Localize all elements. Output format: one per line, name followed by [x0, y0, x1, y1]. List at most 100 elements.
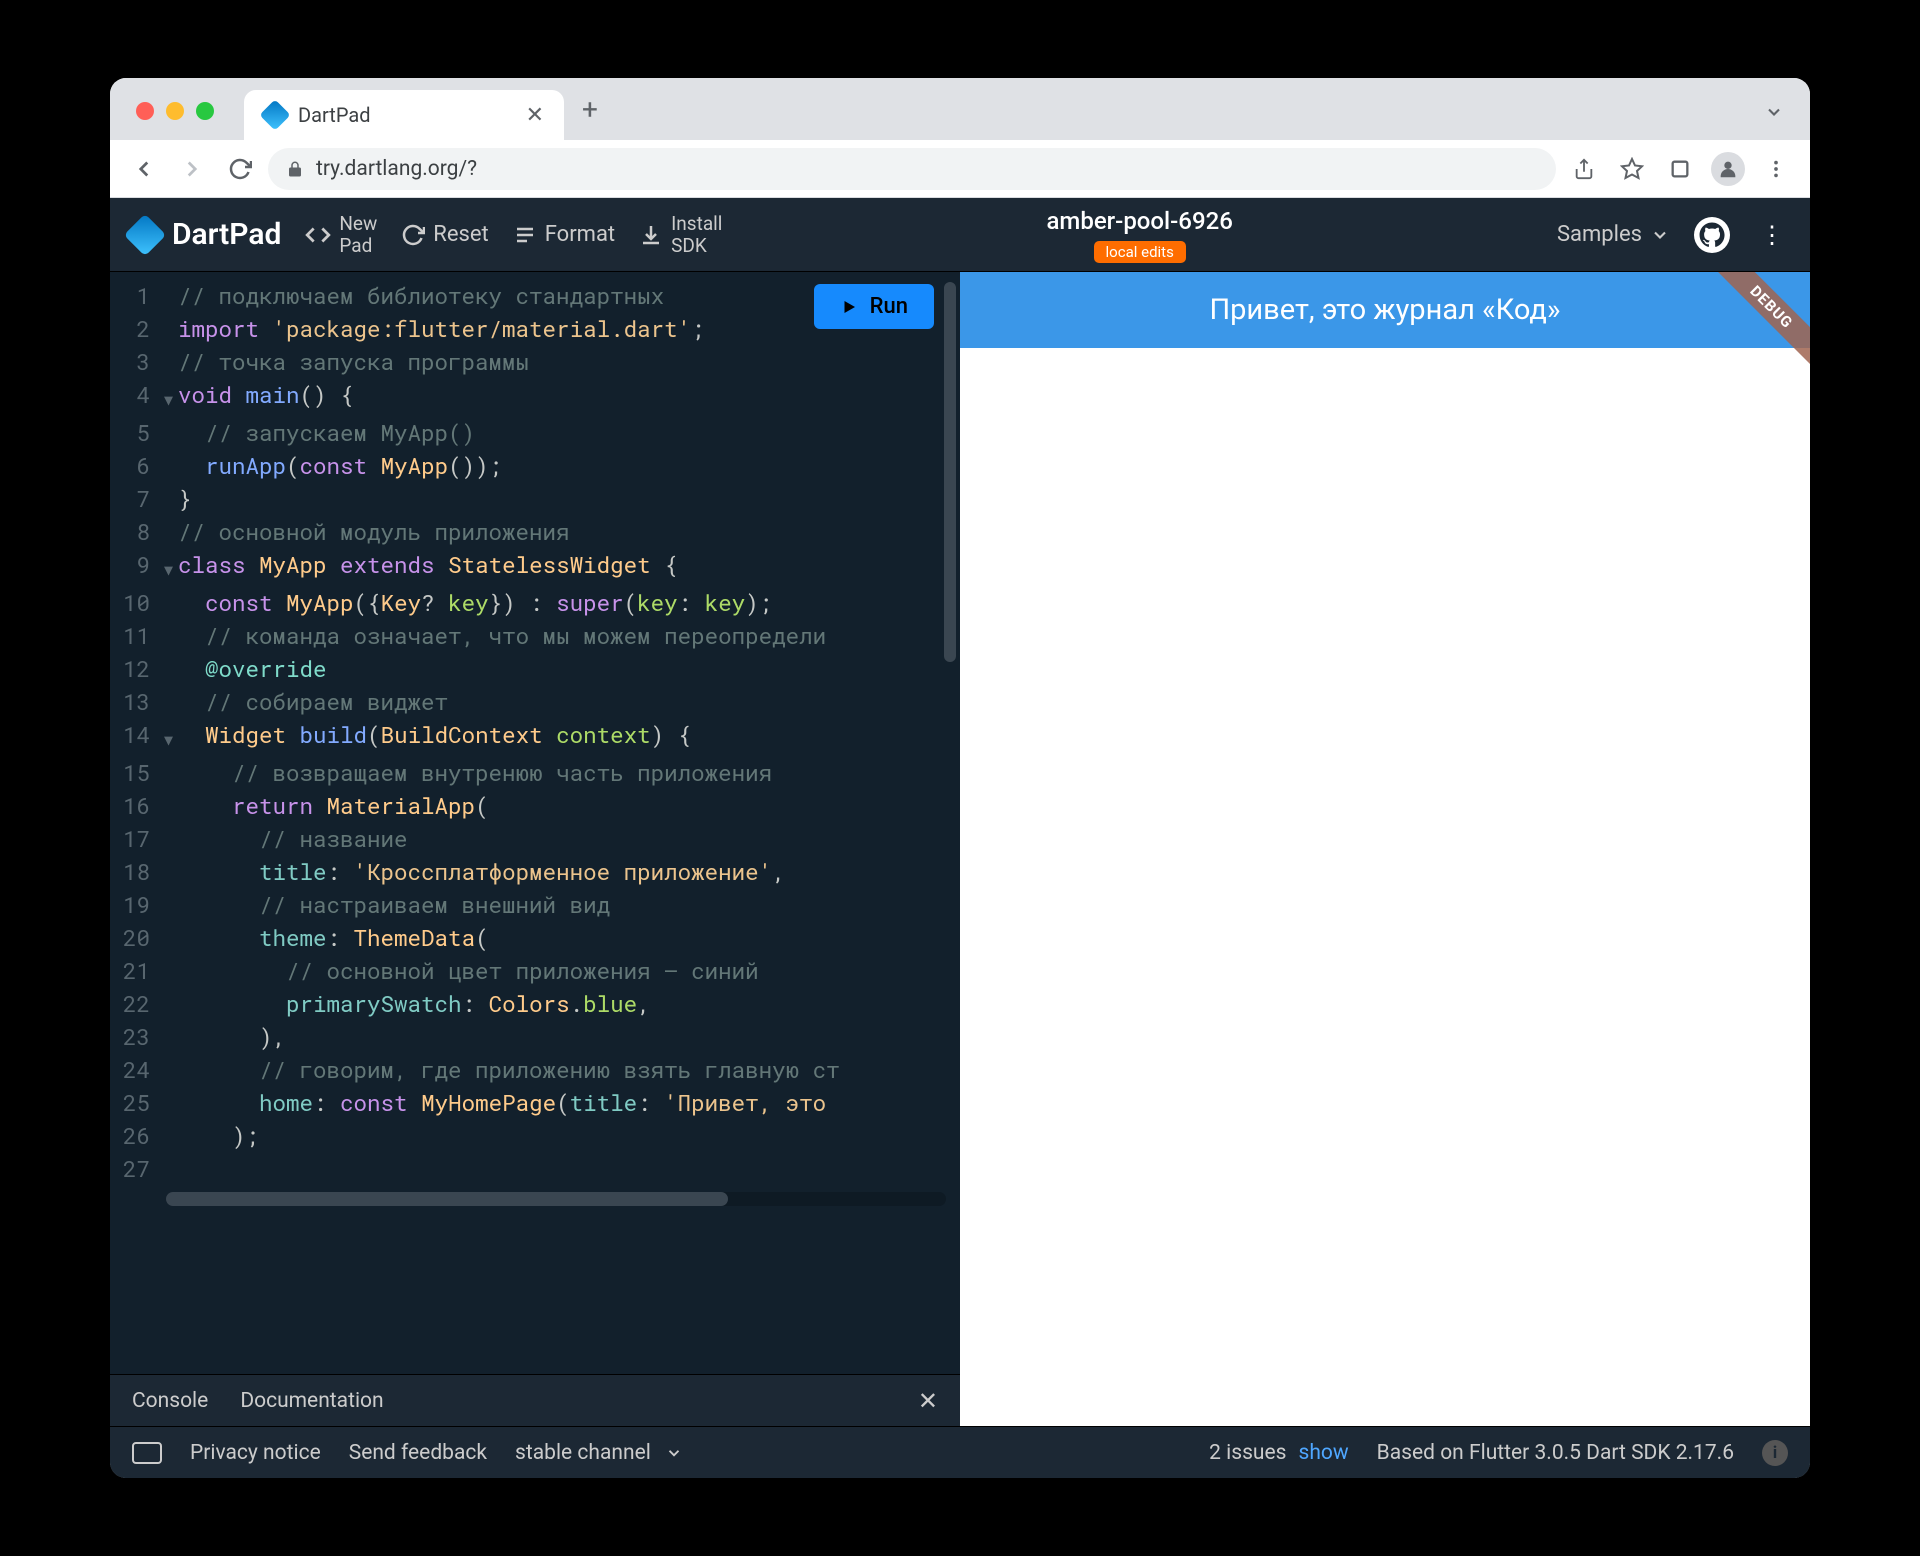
info-icon[interactable]: i: [1762, 1440, 1788, 1466]
vertical-scrollbar[interactable]: [944, 282, 956, 662]
code-text: ),: [178, 1021, 286, 1054]
more-menu-icon[interactable]: ⋮: [1754, 221, 1790, 249]
code-line[interactable]: 6 runApp(const MyApp());: [110, 450, 960, 483]
fold-icon: [164, 1054, 178, 1087]
issues-count: 2 issues: [1209, 1441, 1286, 1465]
fold-icon: [164, 1021, 178, 1054]
code-line[interactable]: 24 // говорим, где приложению взять глав…: [110, 1054, 960, 1087]
console-close-icon[interactable]: ✕: [918, 1387, 938, 1415]
code-line[interactable]: 5 // запускаем MyApp(): [110, 417, 960, 450]
share-icon[interactable]: [1564, 149, 1604, 189]
fold-icon: [164, 516, 178, 549]
code-line[interactable]: 4▼void main() {: [110, 379, 960, 417]
lock-icon: [286, 160, 304, 178]
horizontal-scrollbar-thumb[interactable]: [166, 1192, 728, 1206]
privacy-link[interactable]: Privacy notice: [190, 1441, 321, 1465]
format-button[interactable]: Format: [513, 222, 615, 247]
dart-favicon-icon: [259, 99, 290, 130]
code-text: Widget build(BuildContext context) {: [178, 719, 691, 757]
url-field[interactable]: try.dartlang.org/?: [268, 148, 1556, 190]
profile-avatar[interactable]: [1708, 149, 1748, 189]
code-line[interactable]: 27: [110, 1153, 960, 1186]
maximize-window-button[interactable]: [196, 102, 214, 120]
code-line[interactable]: 26 );: [110, 1120, 960, 1153]
fold-icon: [164, 450, 178, 483]
code-line[interactable]: 22 primarySwatch: Colors.blue,: [110, 988, 960, 1021]
tab-close-icon[interactable]: ✕: [526, 103, 544, 128]
code-line[interactable]: 12 @override: [110, 653, 960, 686]
code-line[interactable]: 8// основной модуль приложения: [110, 516, 960, 549]
code-line[interactable]: 20 theme: ThemeData(: [110, 922, 960, 955]
close-window-button[interactable]: [136, 102, 154, 120]
code-line[interactable]: 17 // название: [110, 823, 960, 856]
fold-icon: [164, 922, 178, 955]
feedback-link[interactable]: Send feedback: [349, 1441, 487, 1465]
tabs-dropdown-icon[interactable]: [1764, 102, 1794, 140]
install-sdk-button[interactable]: Install SDK: [639, 213, 722, 257]
code-line[interactable]: 15 // возвращаем внутренюю часть приложе…: [110, 757, 960, 790]
code-text: import 'package:flutter/material.dart';: [178, 313, 705, 346]
line-number: 22: [110, 988, 164, 1021]
code-line[interactable]: 3// точка запуска программы: [110, 346, 960, 379]
code-line[interactable]: 9▼class MyApp extends StatelessWidget {: [110, 549, 960, 587]
code-line[interactable]: 14▼ Widget build(BuildContext context) {: [110, 719, 960, 757]
line-number: 18: [110, 856, 164, 889]
reload-button[interactable]: [220, 149, 260, 189]
samples-dropdown[interactable]: Samples: [1557, 222, 1670, 247]
line-number: 15: [110, 757, 164, 790]
line-number: 19: [110, 889, 164, 922]
reset-button[interactable]: Reset: [401, 222, 488, 247]
browser-tab[interactable]: DartPad ✕: [244, 90, 564, 140]
code-line[interactable]: 11 // команда означает, что мы можем пер…: [110, 620, 960, 653]
fold-icon[interactable]: ▼: [164, 719, 178, 757]
documentation-tab[interactable]: Documentation: [240, 1389, 383, 1413]
code-line[interactable]: 10 const MyApp({Key? key}) : super(key: …: [110, 587, 960, 620]
horizontal-scrollbar[interactable]: [166, 1192, 946, 1206]
line-number: 7: [110, 483, 164, 516]
back-button[interactable]: [124, 149, 164, 189]
code-text: primarySwatch: Colors.blue,: [178, 988, 651, 1021]
line-number: 14: [110, 719, 164, 757]
extensions-icon[interactable]: [1660, 149, 1700, 189]
fold-icon: [164, 483, 178, 516]
issues-show-link[interactable]: show: [1299, 1441, 1349, 1465]
project-name[interactable]: amber-pool-6926: [1046, 207, 1232, 235]
dart-logo-icon: [124, 213, 166, 255]
url-text: try.dartlang.org/?: [316, 157, 477, 181]
fold-icon[interactable]: ▼: [164, 379, 178, 417]
new-tab-button[interactable]: +: [564, 93, 616, 140]
code-line[interactable]: 19 // настраиваем внешний вид: [110, 889, 960, 922]
code-text: void main() {: [178, 379, 354, 417]
project-title-area: amber-pool-6926 local edits: [746, 207, 1533, 263]
code-line[interactable]: 16 return MaterialApp(: [110, 790, 960, 823]
bookmark-star-icon[interactable]: [1612, 149, 1652, 189]
code-line[interactable]: 7}: [110, 483, 960, 516]
console-tab[interactable]: Console: [132, 1389, 208, 1413]
minimize-window-button[interactable]: [166, 102, 184, 120]
fold-icon: [164, 1120, 178, 1153]
code-line[interactable]: 21 // основной цвет приложения — синий: [110, 955, 960, 988]
github-icon[interactable]: [1694, 217, 1730, 253]
line-number: 9: [110, 549, 164, 587]
line-number: 27: [110, 1153, 164, 1186]
line-number: 23: [110, 1021, 164, 1054]
fold-icon: [164, 823, 178, 856]
editor-pane: Run 1// подключаем библиотеку стандартны…: [110, 272, 960, 1426]
dartpad-logo[interactable]: DartPad: [130, 217, 281, 252]
fold-icon: [164, 757, 178, 790]
code-editor[interactable]: 1// подключаем библиотеку стандартных 2i…: [110, 272, 960, 1374]
keyboard-shortcuts-icon[interactable]: [132, 1442, 162, 1464]
channel-selector[interactable]: stable channel: [515, 1441, 683, 1465]
line-number: 4: [110, 379, 164, 417]
forward-button[interactable]: [172, 149, 212, 189]
code-line[interactable]: 18 title: 'Кроссплатформенное приложение…: [110, 856, 960, 889]
code-line[interactable]: 25 home: const MyHomePage(title: 'Привет…: [110, 1087, 960, 1120]
code-line[interactable]: 23 ),: [110, 1021, 960, 1054]
run-button[interactable]: Run: [814, 284, 934, 329]
new-pad-button[interactable]: New Pad: [305, 213, 377, 257]
code-text: // основной цвет приложения — синий: [178, 955, 759, 988]
code-line[interactable]: 13 // собираем виджет: [110, 686, 960, 719]
browser-menu-icon[interactable]: [1756, 149, 1796, 189]
fold-icon[interactable]: ▼: [164, 549, 178, 587]
code-text: // настраиваем внешний вид: [178, 889, 610, 922]
